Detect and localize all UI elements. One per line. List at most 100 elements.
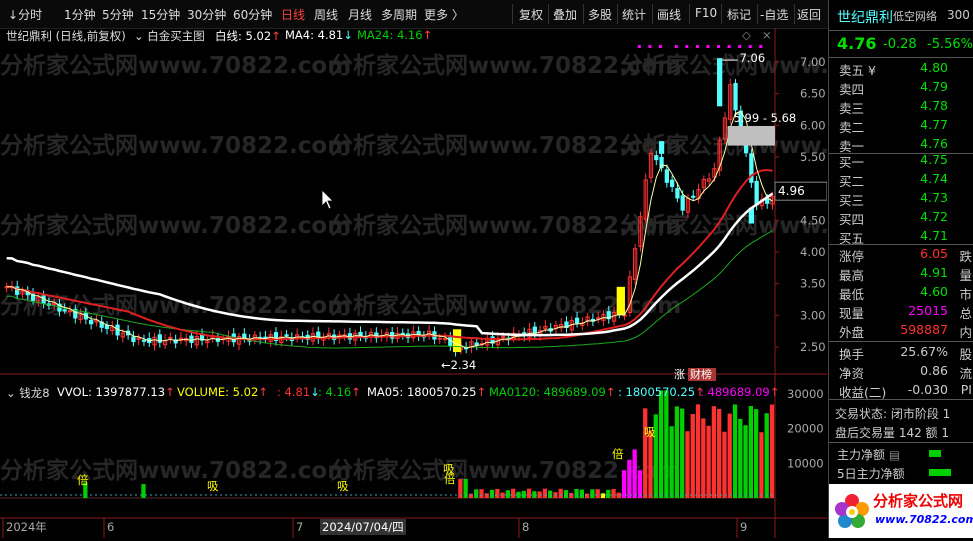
candle-body	[658, 141, 665, 154]
period-more[interactable]: 更多 〉	[424, 6, 464, 23]
candle-body	[596, 317, 601, 320]
row-value: 25015	[908, 303, 948, 318]
volume-bar	[468, 493, 474, 498]
logo-url: www.70822.com	[875, 513, 973, 526]
close-icon[interactable]: ×	[762, 28, 772, 42]
gap-box	[727, 125, 775, 146]
candle-body	[574, 317, 580, 324]
candle-body	[141, 339, 147, 342]
trade-status: 交易状态: 闭市阶段 1	[835, 407, 951, 421]
volume-bar	[484, 493, 489, 498]
watermark-text: 分析家公式网www.70822.com	[0, 52, 351, 79]
row-value: 4.73	[920, 190, 948, 205]
volume-bar	[685, 431, 690, 498]
period-1min[interactable]: 1分钟	[64, 6, 96, 23]
ma24-label: MA24: 4.16↑	[357, 28, 433, 42]
sub-indicator-selector[interactable]: ⌄ 钱龙8	[6, 385, 50, 401]
bid-row: 买三 4.73	[829, 189, 973, 208]
volume-signal-label: 吸	[207, 479, 219, 493]
volume-bar	[511, 488, 516, 498]
sub-value-3: : 4.16↑	[318, 385, 361, 399]
diamond-icon[interactable]: ◇	[742, 28, 751, 42]
x-tick-label: 9	[740, 520, 747, 534]
draw-line-button[interactable]: 画线	[657, 6, 681, 23]
divider	[829, 30, 973, 31]
chart-area[interactable]: 分析家公式网www.70822.com 分析家公式网www.70822.com 分析…	[0, 28, 971, 538]
candle-body	[89, 320, 94, 325]
volume-bar	[669, 426, 674, 498]
back-button[interactable]: 返回	[797, 6, 821, 23]
toolbar-separator	[583, 4, 584, 24]
row-value: 25.67%	[900, 344, 948, 359]
signal-dot	[648, 45, 652, 48]
period-60min[interactable]: 60分钟	[233, 6, 272, 23]
row-label: 买一	[839, 155, 865, 170]
mark-button[interactable]: 标记	[727, 6, 751, 23]
ask-row: 卖三 4.78	[829, 97, 973, 116]
toolbar-separator	[652, 4, 653, 24]
multi-stock-button[interactable]: 多股	[588, 6, 612, 23]
volume-bar	[505, 490, 511, 498]
y-tick-label: 2.50	[800, 340, 826, 354]
row-value: 4.76	[920, 136, 948, 151]
candle-body	[733, 82, 738, 111]
overlay-button[interactable]: 叠加	[553, 6, 577, 23]
row-value: -0.030	[907, 382, 948, 397]
stock-app: ↓分时 1分钟 5分钟 15分钟 30分钟 60分钟 日线 周线 月线 多周期 …	[0, 0, 973, 538]
period-30min[interactable]: 30分钟	[187, 6, 226, 23]
indicator-selector[interactable]: ⌄ 白金买主图	[134, 28, 205, 44]
flower-logo-icon	[835, 494, 869, 528]
row-label: 买二	[839, 174, 865, 189]
main-net-5d-bar	[929, 469, 951, 476]
period-5min[interactable]: 5分钟	[102, 6, 134, 23]
y-tick-label: 4.50	[800, 213, 826, 227]
period-weekly[interactable]: 周线	[314, 6, 338, 23]
kline-chart[interactable]: 分析家公式网www.70822.com分析家公式网www.70822.com分析…	[0, 28, 971, 538]
candle-body	[131, 336, 136, 343]
volume-bar	[584, 493, 590, 498]
volume-bar	[674, 406, 680, 498]
y-tick-label: 6.00	[800, 118, 826, 132]
statistics-button[interactable]: 统计	[622, 6, 646, 23]
vvol-label: VVOL: 1397877.13↑	[57, 385, 175, 399]
main-net-5d-label: 5日主力净额	[837, 467, 905, 481]
candle-body	[437, 337, 442, 340]
price-change: -0.28	[883, 37, 917, 52]
stock-name[interactable]: 世纪鼎利	[837, 7, 893, 27]
period-monthly[interactable]: 月线	[348, 6, 372, 23]
bid-row: 买二 4.74	[829, 170, 973, 189]
remove-watchlist-button[interactable]: -自选	[760, 6, 788, 23]
candle-body	[675, 188, 680, 199]
period-minute-time[interactable]: ↓分时	[8, 6, 42, 23]
period-15min[interactable]: 15分钟	[141, 6, 180, 23]
watermark-text: 分析家公式网www.70822.com	[0, 212, 351, 239]
row-value: 4.91	[920, 265, 948, 280]
volume-bar	[748, 406, 753, 498]
f10-button[interactable]: F10	[695, 6, 717, 20]
candle-body	[654, 155, 659, 161]
volume-bar	[574, 489, 579, 498]
signal-dot	[685, 45, 689, 48]
low-label: ←2.34	[441, 358, 476, 372]
ma05-label: MA05: 1800570.25↑	[367, 385, 487, 399]
volume-bar	[753, 409, 759, 498]
stat2-row: 收益(二) -0.030 PI	[829, 381, 973, 400]
row-value: 4.72	[920, 209, 948, 224]
volume-bar	[606, 489, 611, 498]
logo-title: 分析家公式网	[873, 492, 964, 510]
toolbar-separator	[757, 4, 758, 24]
watermark-text: 分析家公式网www.70822.com	[0, 132, 351, 159]
period-multi[interactable]: 多周期	[381, 6, 417, 23]
volume-bar	[727, 413, 732, 498]
row-label: 卖五 ¥	[839, 63, 876, 78]
volume-bar	[722, 431, 727, 498]
sub-y-tick-label: 30000	[787, 387, 824, 401]
signal-dot	[759, 45, 763, 48]
row-right-label: 内	[959, 325, 972, 340]
volume-bar	[717, 408, 722, 498]
period-daily[interactable]: 日线	[281, 6, 305, 23]
candle-body	[765, 198, 770, 204]
volume-bar	[558, 488, 563, 498]
adjust-button[interactable]: 复权	[519, 6, 543, 23]
volume-signal-label: 倍	[444, 472, 456, 486]
